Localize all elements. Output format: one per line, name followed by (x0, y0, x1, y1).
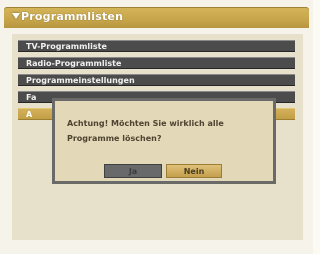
menu-item-label: A (26, 110, 33, 119)
menu-item-programmeinstellungen[interactable]: Programmeinstellungen (18, 74, 295, 86)
menu-item-label: TV-Programmliste (26, 42, 107, 51)
footer-strip (12, 240, 303, 246)
title-bar: Programmlisten (4, 7, 309, 28)
confirm-dialog: Achtung! Möchten Sie wirklich alle Progr… (52, 98, 276, 184)
menu-item-label: Fa (26, 93, 37, 102)
menu-item-label: Radio-Programmliste (26, 59, 122, 68)
menu-item-label: Programmeinstellungen (26, 76, 135, 85)
menu-item-radio-programmliste[interactable]: Radio-Programmliste (18, 57, 295, 69)
no-button[interactable]: Nein (166, 164, 222, 178)
page-title: Programmlisten (21, 10, 124, 23)
yes-button[interactable]: Ja (104, 164, 162, 178)
tv-menu-screen: Programmlisten TV-Programmliste Radio-Pr… (0, 0, 313, 254)
triangle-down-icon (12, 13, 20, 19)
dialog-message: Achtung! Möchten Sie wirklich alle Progr… (67, 119, 224, 143)
menu-item-tv-programmliste[interactable]: TV-Programmliste (18, 40, 295, 52)
